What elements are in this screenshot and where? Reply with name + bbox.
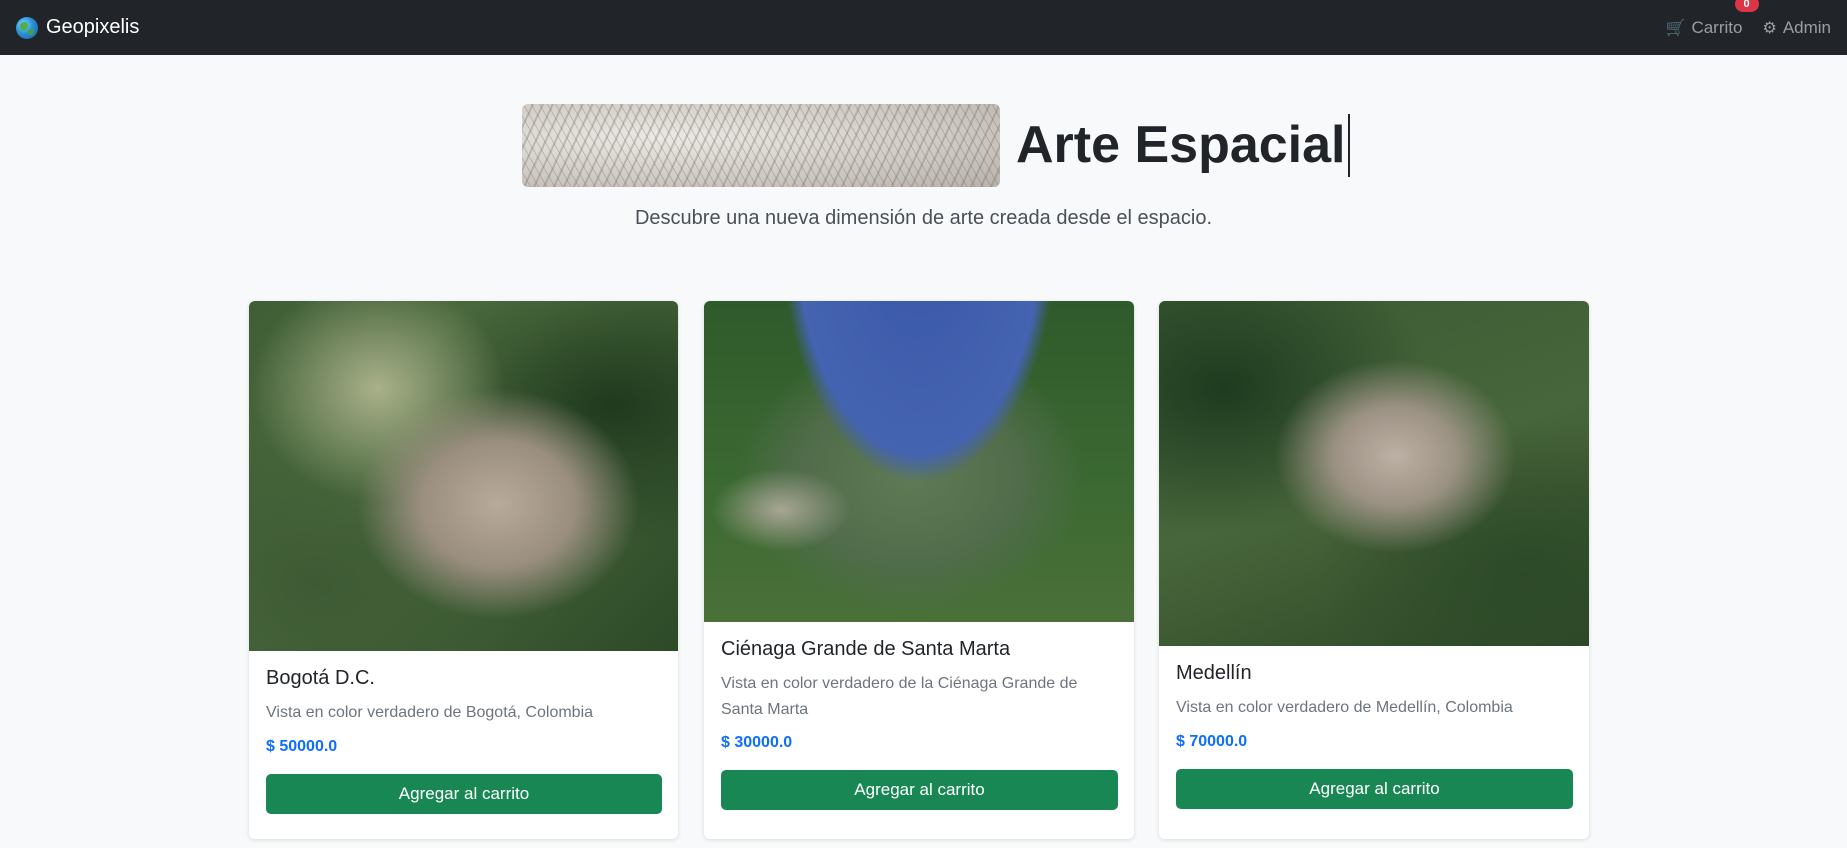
product-description: Vista en color verdadero de Medellín, Co…: [1176, 699, 1513, 716]
hero-subtitle: Descubre una nueva dimensión de arte cre…: [634, 207, 1213, 229]
brand-link[interactable]: Geopixelis: [16, 16, 139, 39]
cart-link[interactable]: 🛒 Carrito 0: [1665, 0, 1759, 38]
product-price: $ 70000.0: [1176, 732, 1248, 750]
card-body: Medellín Vista en color verdadero de Med…: [1159, 646, 1589, 825]
product-card-medellin: Medellín Vista en color verdadero de Med…: [1159, 301, 1589, 839]
hero: Arte Espacial: [522, 104, 1350, 187]
product-image-cienaga: [704, 301, 1134, 622]
card-body: Ciénaga Grande de Santa Marta Vista en c…: [704, 622, 1134, 826]
navbar: Geopixelis 🛒 Carrito 0 ⚙ Admin: [0, 0, 1847, 55]
hero-title: Arte Espacial: [1016, 114, 1350, 177]
add-to-cart-button[interactable]: Agregar al carrito: [721, 770, 1118, 811]
product-image-bogota: [249, 301, 678, 651]
cart-label: Carrito: [1691, 17, 1743, 37]
cart-count-badge: 0: [1734, 0, 1759, 12]
hero-relief-image: [522, 104, 1000, 187]
product-card-cienaga: Ciénaga Grande de Santa Marta Vista en c…: [704, 301, 1134, 839]
product-image-medellin: [1159, 301, 1589, 646]
product-description: Vista en color verdadero de la Ciénaga G…: [721, 675, 1078, 718]
product-description: Vista en color verdadero de Bogotá, Colo…: [266, 704, 594, 721]
nav-right: 🛒 Carrito 0 ⚙ Admin: [1665, 0, 1831, 38]
product-title: Bogotá D.C.: [266, 667, 375, 689]
product-title: Medellín: [1176, 662, 1252, 684]
add-to-cart-button[interactable]: Agregar al carrito: [1176, 768, 1573, 809]
product-price: $ 50000.0: [266, 737, 338, 755]
product-price: $ 30000.0: [721, 734, 793, 752]
brand-name: Geopixelis: [46, 16, 140, 38]
card-body: Bogotá D.C. Vista en color verdadero de …: [249, 651, 678, 830]
gear-icon: ⚙: [1762, 19, 1777, 37]
add-to-cart-button[interactable]: Agregar al carrito: [266, 773, 662, 814]
cart-icon: 🛒: [1665, 19, 1686, 37]
product-title: Ciénaga Grande de Santa Marta: [721, 638, 1011, 660]
admin-label: Admin: [1782, 17, 1831, 37]
admin-link[interactable]: ⚙ Admin: [1762, 18, 1831, 38]
globe-icon: [16, 16, 38, 39]
product-card-bogota: Bogotá D.C. Vista en color verdadero de …: [249, 301, 678, 839]
